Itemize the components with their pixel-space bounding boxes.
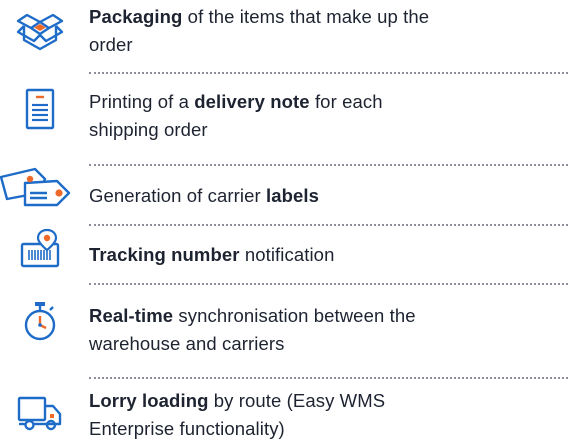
item-line-1: Packaging of the items that make up the: [89, 6, 430, 27]
divider: [89, 283, 568, 285]
item-line-2: shipping order: [89, 119, 208, 140]
tags-icon: [0, 167, 80, 209]
item-line-1: Tracking number notification: [89, 244, 335, 265]
packaging-box-icon: [0, 8, 80, 52]
document-icon: [0, 88, 80, 130]
item-line-1: Lorry loading by route (Easy WMS: [89, 390, 386, 411]
divider: [89, 164, 568, 166]
item-line-1: Generation of carrier labels: [89, 185, 320, 206]
item-line-2: order: [89, 34, 133, 55]
barcode-location-icon: [0, 228, 80, 268]
item-text: Lorry loading by route (Easy WMS Enterpr…: [89, 387, 559, 443]
item-line-2: warehouse and carriers: [89, 333, 285, 354]
lorry-icon: [0, 394, 80, 432]
item-text: Tracking number notification: [89, 241, 559, 269]
features-list: Packaging of the items that make up the …: [0, 0, 571, 443]
stopwatch-icon: [0, 301, 80, 343]
item-text: Real-time synchronisation between the wa…: [89, 302, 559, 358]
divider: [89, 72, 568, 74]
item-line-2: Enterprise functionality): [89, 418, 285, 439]
divider: [89, 377, 568, 379]
item-text: Packaging of the items that make up the …: [89, 3, 559, 59]
divider: [89, 224, 568, 226]
item-line-1: Real-time synchronisation between the: [89, 305, 416, 326]
item-line-1: Printing of a delivery note for each: [89, 91, 383, 112]
item-text: Generation of carrier labels: [89, 182, 559, 210]
item-text: Printing of a delivery note for each shi…: [89, 88, 559, 144]
